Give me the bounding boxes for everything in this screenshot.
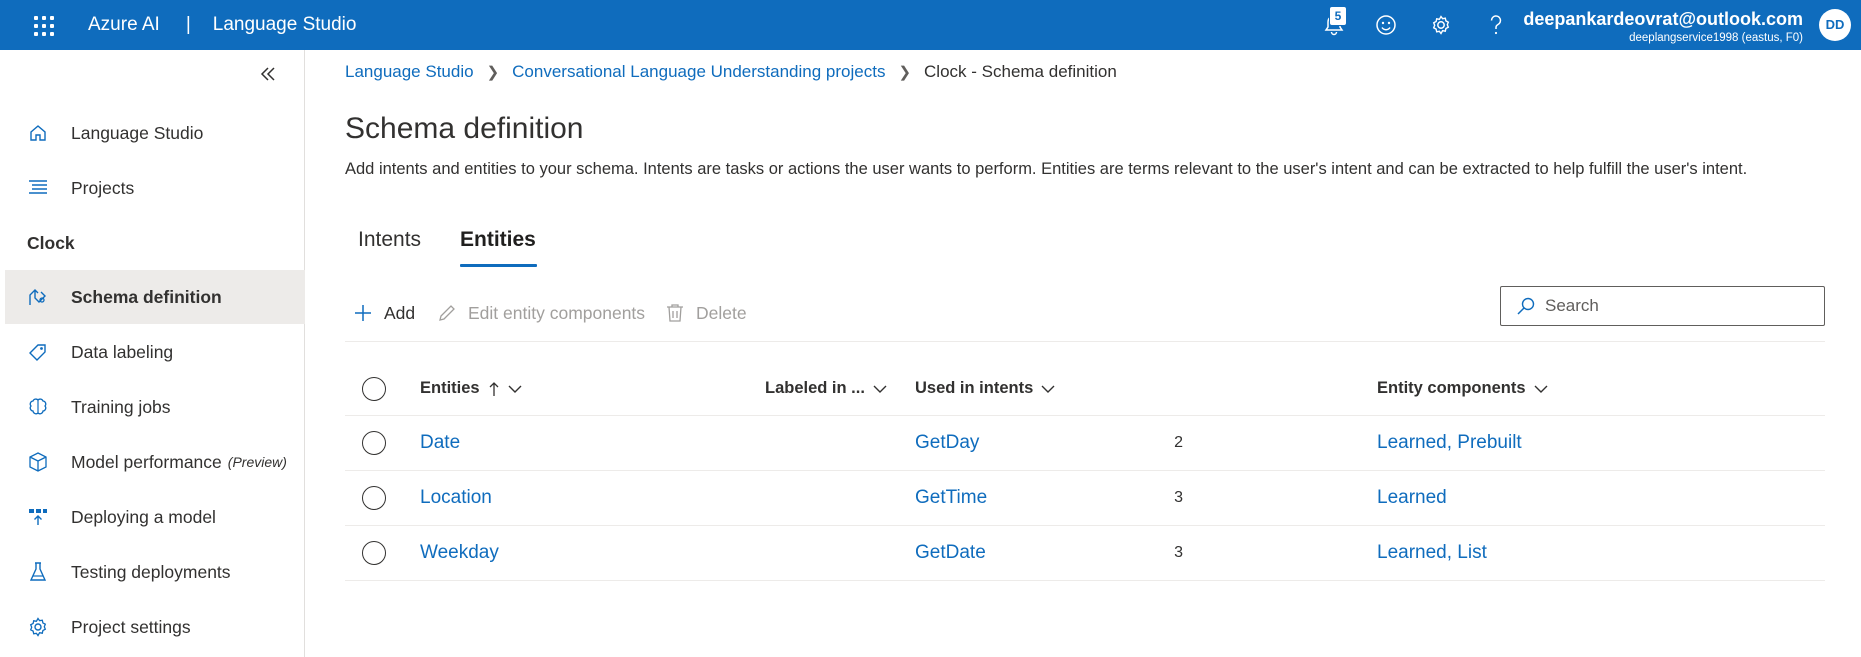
search-box[interactable]: [1500, 286, 1825, 326]
deploy-icon: [25, 506, 51, 528]
delete-button[interactable]: Delete: [664, 302, 747, 324]
column-header-label: Used in intents: [915, 379, 1034, 397]
page-title: Schema definition: [345, 112, 584, 145]
intent-link[interactable]: GetDate: [915, 526, 986, 580]
entity-components-link[interactable]: Learned: [1377, 471, 1447, 525]
table-header-row: Entities Labeled in ... Used in intents …: [345, 362, 1825, 416]
breadcrumb-link-clu-projects[interactable]: Conversational Language Understanding pr…: [512, 62, 885, 82]
breadcrumb: Language Studio ❯ Conversational Languag…: [345, 62, 1117, 82]
schema-icon: [25, 286, 51, 308]
sidebar-item-deploying-a-model[interactable]: Deploying a model: [5, 490, 305, 544]
home-icon: [25, 122, 51, 144]
table-row[interactable]: Weekday 3 GetDate Learned, List: [345, 526, 1825, 581]
tag-icon: [25, 341, 51, 363]
app-launcher-icon[interactable]: [34, 16, 54, 36]
feedback-smiley-icon[interactable]: [1374, 13, 1398, 37]
sidebar-item-label: Training jobs: [71, 396, 171, 417]
row-checkbox[interactable]: [362, 486, 386, 510]
delete-button-label: Delete: [696, 302, 747, 323]
column-header-label: Entities: [420, 379, 480, 397]
table-row[interactable]: Location 3 GetTime Learned: [345, 471, 1825, 526]
user-email[interactable]: deepankardeovrat@outlook.com: [1523, 9, 1803, 30]
sidebar-item-label: Data labeling: [71, 341, 174, 362]
search-input[interactable]: [1545, 296, 1805, 316]
entity-components-link[interactable]: Learned, Prebuilt: [1377, 416, 1522, 470]
sidebar-item-label: Deploying a model: [71, 506, 216, 527]
chevron-down-icon: [1041, 384, 1055, 394]
column-header-label: Entity components: [1377, 379, 1526, 397]
sidebar-item-data-labeling[interactable]: Data labeling: [5, 325, 305, 379]
add-button[interactable]: Add: [352, 302, 415, 324]
product-name: Azure AI: [88, 14, 160, 35]
command-bar-divider: [345, 341, 1825, 342]
list-icon: [25, 177, 51, 199]
sidebar-item-label: Schema definition: [71, 286, 222, 307]
sort-ascending-icon: [488, 381, 500, 397]
gear-icon: [25, 616, 51, 638]
entities-table: Entities Labeled in ... Used in intents …: [345, 362, 1825, 581]
preview-tag: (Preview): [227, 454, 287, 470]
settings-gear-icon[interactable]: [1429, 13, 1453, 37]
app-name: Language Studio: [212, 14, 357, 35]
sidebar-item-schema-definition[interactable]: Schema definition: [5, 270, 305, 324]
brand-title[interactable]: Azure AI | Language Studio: [88, 14, 356, 36]
avatar[interactable]: DD: [1819, 9, 1851, 41]
column-header-entity-components[interactable]: Entity components: [1377, 362, 1548, 415]
notification-count-badge: 5: [1329, 6, 1347, 26]
column-header-labeled-in[interactable]: Labeled in ...: [765, 362, 887, 415]
brand-separator: |: [185, 14, 191, 35]
sidebar-item-label: Language Studio: [71, 122, 204, 143]
entity-name-link[interactable]: Date: [420, 416, 460, 470]
column-header-entities[interactable]: Entities: [420, 362, 522, 415]
entity-name-link[interactable]: Weekday: [420, 526, 499, 580]
chevron-right-icon: ❯: [486, 64, 500, 81]
chevron-down-icon: [508, 384, 522, 394]
sidebar-item-label: Model performance: [71, 451, 222, 472]
sidebar-item-testing-deployments[interactable]: Testing deployments: [5, 545, 305, 599]
collapse-sidebar-icon[interactable]: [258, 64, 278, 84]
intent-link[interactable]: GetTime: [915, 471, 987, 525]
row-checkbox[interactable]: [362, 431, 386, 455]
plus-icon: [352, 302, 374, 324]
help-question-icon[interactable]: [1484, 13, 1508, 37]
page-description: Add intents and entities to your schema.…: [345, 160, 1748, 178]
add-button-label: Add: [384, 302, 416, 323]
trash-icon: [664, 302, 686, 324]
top-bar: Azure AI | Language Studio 5 deepankardeov…: [0, 0, 1861, 50]
sidebar-item-model-performance[interactable]: Model performance (Preview): [5, 435, 305, 489]
breadcrumb-current: Clock - Schema definition: [924, 62, 1117, 81]
chevron-down-icon: [873, 384, 887, 394]
active-tab-indicator: [460, 264, 537, 267]
chevron-right-icon: ❯: [898, 64, 912, 81]
user-resource: deeplangservice1998 (eastus, F0): [1629, 32, 1803, 44]
edit-entity-components-button[interactable]: Edit entity components: [436, 302, 645, 324]
select-all-checkbox[interactable]: [362, 377, 386, 401]
sidebar-item-training-jobs[interactable]: Training jobs: [5, 380, 305, 434]
tab-intents[interactable]: Intents: [358, 228, 421, 252]
cube-icon: [25, 451, 51, 473]
sidebar-item-label: Projects: [71, 177, 135, 198]
column-header-used-in-intents[interactable]: Used in intents: [915, 362, 1055, 415]
sidebar-item-language-studio[interactable]: Language Studio: [5, 106, 305, 160]
tab-entities[interactable]: Entities: [460, 228, 536, 252]
table-row[interactable]: Date 2 GetDay Learned, Prebuilt: [345, 416, 1825, 471]
sidebar-item-project-settings[interactable]: Project settings: [5, 600, 305, 654]
pencil-icon: [436, 302, 458, 324]
column-header-label: Labeled in ...: [765, 379, 865, 397]
flask-icon: [25, 561, 51, 583]
sidebar-item-projects[interactable]: Projects: [5, 161, 305, 215]
search-icon: [1515, 295, 1537, 317]
intent-link[interactable]: GetDay: [915, 416, 979, 470]
brain-icon: [25, 396, 51, 418]
breadcrumb-link-language-studio[interactable]: Language Studio: [345, 62, 474, 82]
project-name-label: Clock: [27, 233, 75, 253]
sidebar-item-label: Testing deployments: [71, 561, 231, 582]
sidebar-item-label: Project settings: [71, 616, 191, 637]
row-checkbox[interactable]: [362, 541, 386, 565]
chevron-down-icon: [1534, 384, 1548, 394]
edit-button-label: Edit entity components: [468, 302, 646, 323]
entity-components-link[interactable]: Learned, List: [1377, 526, 1487, 580]
entity-name-link[interactable]: Location: [420, 471, 492, 525]
